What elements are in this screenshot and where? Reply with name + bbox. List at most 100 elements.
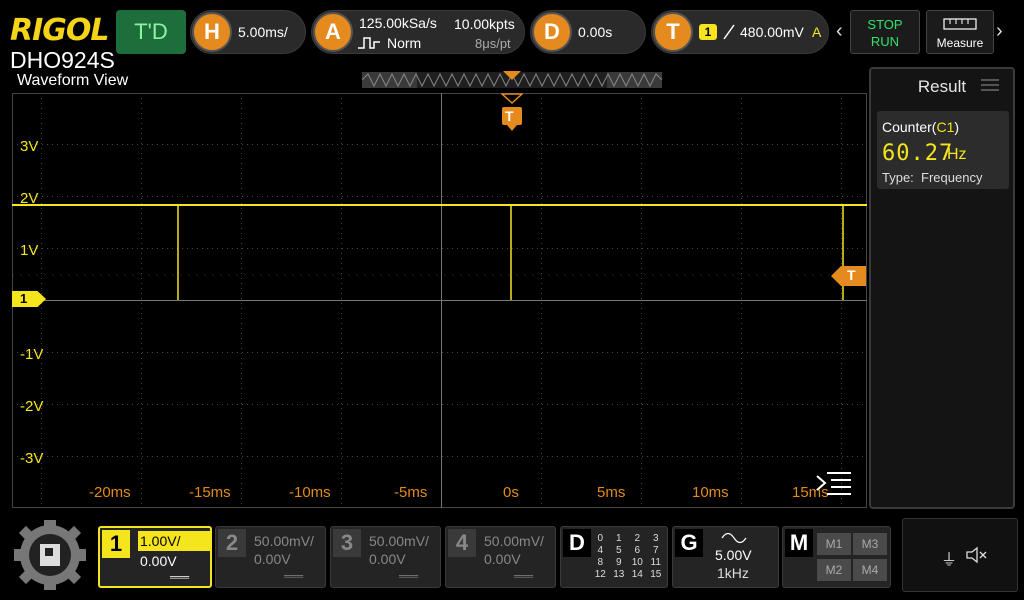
counter-result-card[interactable]: Counter(C1) 60.27 Hz Type: Frequency <box>877 111 1009 189</box>
trigger-delay-button[interactable]: T'D <box>116 10 186 54</box>
view-title: Waveform View <box>17 72 129 89</box>
dc-coupling-icon: ═══ <box>399 571 419 581</box>
usb-icon[interactable]: ⏚ <box>941 546 957 570</box>
delay-group[interactable]: D 0.00s <box>530 10 646 54</box>
y-label-minus3v: -3V <box>20 450 44 467</box>
channel-3-offset: 0.00V <box>369 551 406 567</box>
math-m3[interactable]: M3 <box>853 533 887 555</box>
math-m1[interactable]: M1 <box>817 533 851 555</box>
memory-overview[interactable] <box>362 70 662 90</box>
measure-button[interactable]: Measure <box>926 10 994 54</box>
stop-run-button[interactable]: STOP RUN <box>850 10 920 54</box>
math-m4[interactable]: M4 <box>853 559 887 581</box>
counter-close: ) <box>954 119 960 135</box>
x-label-minus15ms: -15ms <box>189 484 231 501</box>
y-label-minus2v: -2V <box>20 398 44 415</box>
digital-row: 45 67 <box>591 545 665 557</box>
counter-title: Counter(C1) <box>882 119 959 135</box>
generator-box[interactable]: G 5.00V 1kHz <box>672 526 779 588</box>
digital-channel-number: 6 <box>634 545 641 556</box>
list-icon[interactable] <box>979 77 1001 93</box>
digital-channel-number: 12 <box>594 569 606 580</box>
channel-2-number: 2 <box>218 529 246 557</box>
generator-frequency: 1kHz <box>717 565 749 581</box>
channel-3-scale: 50.00mV/ <box>369 533 429 549</box>
rising-edge-icon <box>723 24 735 40</box>
x-label-10ms: 10ms <box>692 484 729 501</box>
x-label-0s: 0s <box>503 484 519 501</box>
digital-row: 01 23 <box>591 533 665 545</box>
pulse-icon <box>358 37 380 49</box>
counter-value: 60.27 <box>882 141 954 166</box>
model-name: DHO924S <box>10 47 115 73</box>
menu-icon[interactable] <box>815 470 853 498</box>
digital-channel-number: 1 <box>615 533 622 544</box>
mute-icon[interactable] <box>965 546 989 564</box>
x-label-5ms: 5ms <box>597 484 626 501</box>
memory-depth: 10.00kpts <box>454 16 515 32</box>
type-value: Frequency <box>921 170 983 185</box>
acquire-icon: A <box>313 12 353 52</box>
digital-channel-number: 9 <box>615 557 622 568</box>
digital-row: 8 9 10 11 <box>591 557 665 569</box>
counter-type: Type: Frequency <box>882 170 982 185</box>
delay-icon: D <box>532 12 572 52</box>
channel-2-offset: 0.00V <box>254 551 291 567</box>
trigger-group[interactable]: T 1 480.00mV A <box>651 10 829 54</box>
channel-1-box[interactable]: 1 1.00V/ 0.00V ═══ <box>98 526 212 588</box>
generator-letter: G <box>675 529 703 557</box>
horizontal-icon: H <box>192 12 232 52</box>
trigger-level: 480.00mV <box>740 24 804 40</box>
rigol-home-button[interactable] <box>8 518 92 592</box>
trigger-source-badge: 1 <box>699 24 717 40</box>
digital-channel-number: 7 <box>652 545 659 556</box>
x-label-minus20ms: -20ms <box>89 484 131 501</box>
digital-channel-number: 4 <box>597 545 604 556</box>
digital-channels: 0 1 2 3 4 5 6 7 8 9 10 11 12 13 14 15 <box>591 533 665 581</box>
status-area: ⏚ <box>902 518 1018 592</box>
digital-channel-number: 2 <box>634 533 641 544</box>
counter-unit: Hz <box>947 146 967 163</box>
dc-coupling-icon: ═══ <box>284 571 304 581</box>
trigger-level-label: T <box>847 267 856 283</box>
acquire-group[interactable]: A 125.00kSa/s Norm 10.00kpts 8μs/pt <box>311 10 525 54</box>
digital-channel-number: 8 <box>597 557 604 568</box>
channel-3-box[interactable]: 3 50.00mV/ 0.00V ═══ <box>330 526 441 588</box>
rigol-logo: RIGOL <box>10 13 110 48</box>
math-box[interactable]: M M1 M3 M2 M4 <box>782 526 891 588</box>
digital-channel-number: 11 <box>650 557 661 568</box>
channel-3-number: 3 <box>333 529 361 557</box>
x-label-minus10ms: -10ms <box>289 484 331 501</box>
ruler-icon <box>943 18 977 30</box>
digital-channel-number: 0 <box>597 533 604 544</box>
measure-label: Measure <box>936 36 984 50</box>
type-label: Type: <box>882 170 914 185</box>
acquire-mode: Norm <box>387 35 422 51</box>
channel-2-scale: 50.00mV/ <box>254 533 314 549</box>
sine-wave-icon <box>721 532 747 544</box>
waveform-display[interactable] <box>12 93 867 508</box>
digital-letter: D <box>563 529 591 557</box>
result-panel[interactable]: Result Counter(C1) 60.27 Hz Type: Freque… <box>869 67 1015 509</box>
ch1-trace <box>12 204 867 300</box>
channel-1-scale: 1.00V/ <box>138 531 212 551</box>
left-arrow-icon[interactable]: ‹ <box>836 20 843 43</box>
digital-channel-number: 3 <box>652 533 659 544</box>
grid-lines <box>12 93 867 508</box>
counter-channel: C1 <box>936 119 955 135</box>
x-label-minus5ms: -5ms <box>394 484 428 501</box>
trigger-mode: A <box>812 24 822 40</box>
math-m2[interactable]: M2 <box>817 559 851 581</box>
channel-4-box[interactable]: 4 50.00mV/ 0.00V ═══ <box>445 526 556 588</box>
channel-1-offset: 0.00V <box>140 553 177 569</box>
digital-box[interactable]: D 0 1 2 3 4 5 6 7 8 9 10 11 12 13 14 15 <box>560 526 668 588</box>
channel-2-box[interactable]: 2 50.00mV/ 0.00V ═══ <box>215 526 326 588</box>
horizontal-group[interactable]: H 5.00ms/ <box>190 10 306 54</box>
trigger-icon: T <box>653 12 693 52</box>
timebase-value: 5.00ms/ <box>238 24 288 40</box>
delay-offset: 0.00s <box>578 24 613 40</box>
math-letter: M <box>785 529 813 557</box>
digital-channel-number: 14 <box>631 569 643 580</box>
digital-channel-number: 13 <box>613 569 625 580</box>
right-arrow-icon[interactable]: › <box>996 20 1003 43</box>
